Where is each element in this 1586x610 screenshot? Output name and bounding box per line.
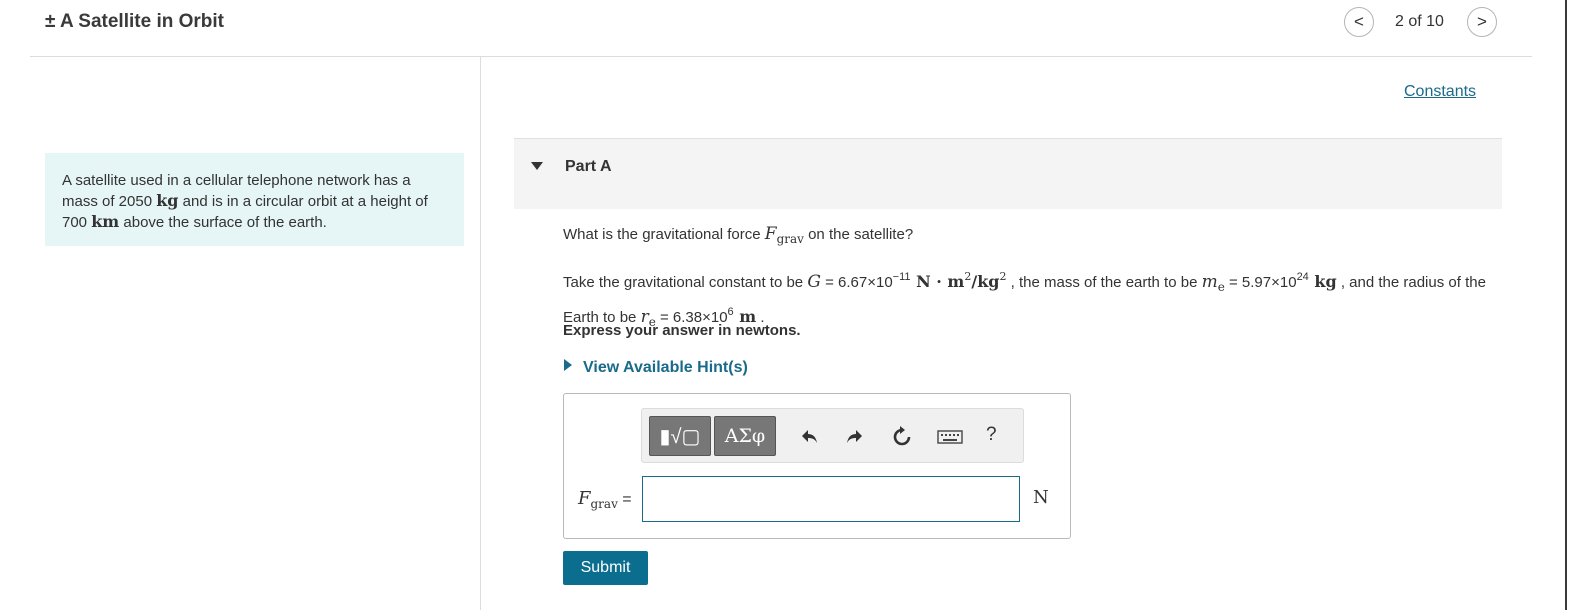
caret-down-icon[interactable]: [531, 162, 543, 170]
view-hints-link[interactable]: View Available Hint(s): [583, 359, 748, 377]
part-header[interactable]: [514, 138, 1502, 209]
reset-icon[interactable]: [890, 425, 914, 449]
answer-equals: =: [617, 491, 632, 508]
answer-instruction: Express your answer in newtons.: [563, 322, 801, 339]
header-divider: [30, 56, 1532, 57]
undo-icon[interactable]: [798, 425, 822, 449]
var-m: m: [1201, 272, 1218, 292]
question-text-a: What is the gravitational force: [563, 226, 765, 243]
assignment-title: ± A Satellite in Orbit: [45, 11, 224, 32]
answer-var-sub: grav: [590, 497, 618, 511]
given-text-a: Take the gravitational constant to be: [563, 274, 808, 291]
m-unit: kg: [1308, 272, 1337, 291]
unit-km: km: [91, 212, 120, 231]
part-title[interactable]: Part A: [565, 158, 612, 176]
problem-text-3: above the surface of the earth.: [119, 214, 327, 231]
chevron-left-icon: <: [1354, 12, 1364, 31]
G-value: = 6.67×10: [820, 274, 893, 291]
answer-input[interactable]: [642, 476, 1020, 522]
answer-label: Fgrav =: [578, 488, 632, 511]
m-value: = 5.97×10: [1224, 274, 1297, 291]
keyboard-icon[interactable]: [936, 425, 964, 449]
answer-unit: N: [1033, 487, 1049, 508]
var-m-sub: e: [1217, 280, 1225, 294]
given-text-b: , the mass of the earth to be: [1006, 274, 1202, 291]
submit-button[interactable]: Submit: [563, 551, 648, 585]
question-text: What is the gravitational force Fgrav on…: [563, 224, 913, 246]
var-F-sub: grav: [776, 232, 804, 246]
help-button[interactable]: ?: [986, 424, 997, 446]
var-G: G: [807, 272, 821, 292]
caret-right-icon[interactable]: [564, 359, 572, 371]
scrollbar[interactable]: [1565, 0, 1567, 610]
constants-link[interactable]: Constants: [1404, 83, 1476, 101]
problem-statement: A satellite used in a cellular telephone…: [45, 153, 464, 246]
m-exponent: 24: [1296, 271, 1309, 283]
G-unit-a: N · m: [910, 272, 965, 291]
unit-kg: kg: [156, 191, 179, 210]
question-text-b: on the satellite?: [803, 226, 914, 243]
G-unit-b: /kg: [971, 272, 1000, 291]
G-exponent: −11: [892, 271, 911, 283]
greek-symbols-button[interactable]: ΑΣφ: [714, 416, 776, 456]
next-button[interactable]: >: [1467, 7, 1497, 37]
column-divider: [480, 57, 481, 610]
chevron-right-icon: >: [1477, 12, 1487, 31]
var-F: F: [764, 224, 777, 244]
previous-button[interactable]: <: [1344, 7, 1374, 37]
pager: 2 of 10: [1395, 13, 1444, 30]
redo-icon[interactable]: [842, 425, 866, 449]
answer-var-F: F: [578, 488, 591, 509]
templates-button[interactable]: ▮√▢: [649, 416, 711, 456]
